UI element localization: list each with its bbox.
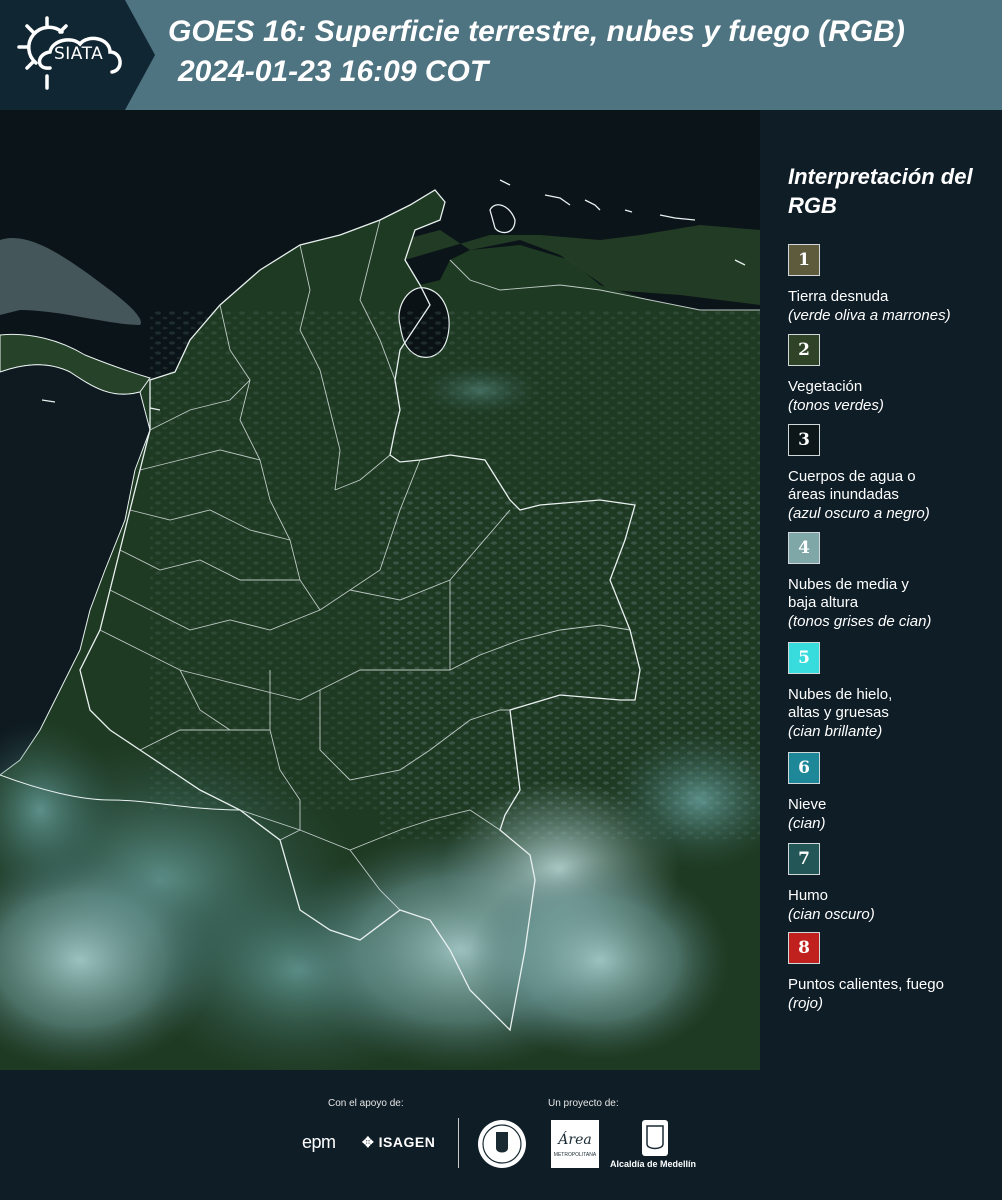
area-logo-text: Área	[556, 1130, 591, 1148]
legend-item-fire: 8 Puntos calientes, fuego (rojo)	[788, 932, 998, 1013]
siata-logo-text: SIATA	[54, 44, 104, 64]
legend-title: Interpretación del RGB	[788, 164, 973, 218]
legend-item-label: Puntos calientes, fuego	[788, 976, 944, 993]
footer-divider	[458, 1118, 459, 1168]
alcaldia-medellin-label: Alcaldía de Medellín	[610, 1159, 697, 1169]
area-logo-subtitle: METROPOLITANA	[554, 1152, 597, 1158]
footer: Con el apoyo de: Un proyecto de: epm ✥ I…	[0, 1070, 1002, 1200]
legend-swatch: 7	[788, 843, 820, 875]
support-label: Con el apoyo de:	[328, 1098, 404, 1109]
legend-item-smoke: 7 Humo (cian oscuro)	[788, 843, 998, 924]
legend-item-description: (tonos grises de cian)	[788, 613, 932, 630]
isagen-logo-text: ISAGEN	[378, 1134, 436, 1150]
legend-swatch: 2	[788, 334, 820, 366]
medellin-shield-icon	[642, 1120, 668, 1156]
legend-item-description: (cian oscuro)	[788, 906, 875, 923]
epm-logo: epm	[302, 1132, 336, 1152]
legend-item-description: (rojo)	[788, 995, 824, 1012]
legend-item-vegetation: 2 Vegetación (tonos verdes)	[788, 334, 998, 415]
university-seal-icon	[478, 1120, 526, 1168]
image-datetime: 2024-01-23 16:09 COT	[178, 55, 489, 88]
project-label: Un proyecto de:	[548, 1098, 619, 1109]
legend-item-description: (cian brillante)	[788, 723, 883, 740]
satellite-map	[0, 110, 760, 1070]
isagen-icon: ✥	[362, 1134, 375, 1150]
legend-item-bare-land: 1 Tierra desnuda (verde oliva a marrones…	[788, 244, 998, 325]
legend-item-water: 3 Cuerpos de agua o áreas inundadas (azu…	[788, 424, 998, 523]
legend-item-label: Vegetación	[788, 378, 863, 395]
legend-panel: Interpretación del RGB 1 Tierra desnuda …	[762, 110, 1002, 1070]
legend-swatch: 3	[788, 424, 820, 456]
legend-item-label: Nieve	[788, 796, 827, 813]
legend-item-description: (cian)	[788, 815, 826, 832]
siata-logo: SIATA	[0, 0, 155, 110]
legend-item-description: (verde oliva a marrones)	[788, 307, 951, 324]
legend-item-description: (azul oscuro a negro)	[788, 505, 930, 522]
legend-swatch: 8	[788, 932, 820, 964]
header: SIATA GOES 16: Superficie terrestre, nub…	[0, 0, 1002, 110]
legend-swatch: 4	[788, 532, 820, 564]
legend-item-label: Nubes de hielo, altas y gruesas	[788, 686, 893, 721]
area-metropolitana-logo: Área METROPOLITANA	[551, 1120, 599, 1168]
isagen-logo: ✥ ISAGEN	[362, 1134, 435, 1151]
legend-item-ice-clouds: 5 Nubes de hielo, altas y gruesas (cian …	[788, 642, 998, 741]
legend-item-label: Cuerpos de agua o áreas inundadas	[788, 468, 916, 503]
legend-item-label: Tierra desnuda	[788, 288, 889, 305]
legend-item-label: Nubes de media y baja altura	[788, 576, 909, 611]
legend-swatch: 5	[788, 642, 820, 674]
legend-item-low-clouds: 4 Nubes de media y baja altura (tonos gr…	[788, 532, 998, 631]
legend-item-snow: 6 Nieve (cian)	[788, 752, 998, 833]
legend-swatch: 1	[788, 244, 820, 276]
page-title: GOES 16: Superficie terrestre, nubes y f…	[168, 15, 905, 48]
legend-item-label: Humo	[788, 887, 829, 904]
legend-swatch: 6	[788, 752, 820, 784]
legend-item-description: (tonos verdes)	[788, 397, 884, 414]
